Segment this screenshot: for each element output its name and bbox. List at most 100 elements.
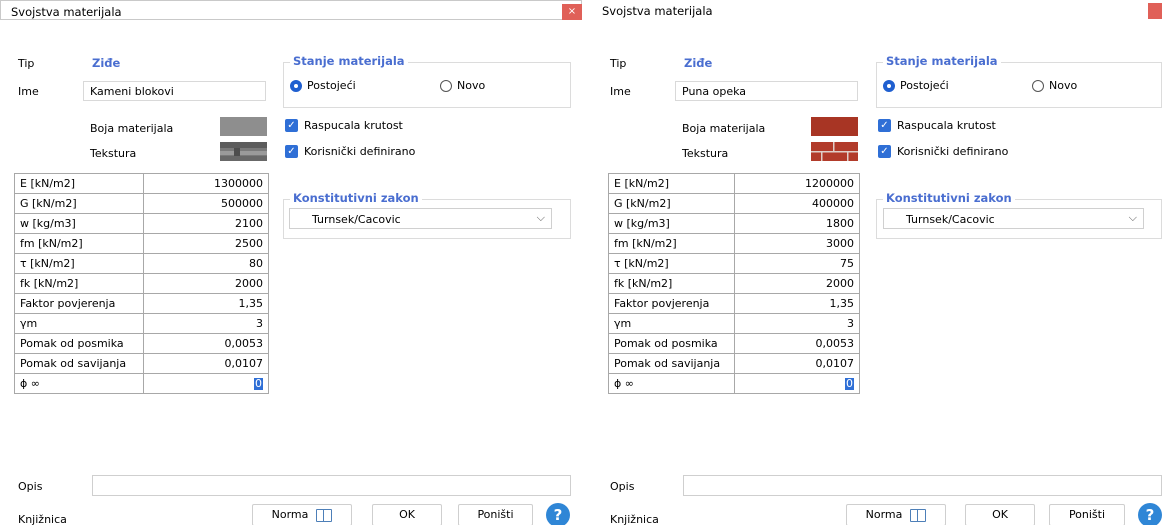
norma-label: Norma (271, 508, 309, 521)
ponisti-button[interactable]: Poništi (458, 504, 533, 525)
ok-button[interactable]: OK (965, 504, 1035, 525)
selected-value[interactable]: 0 (254, 378, 263, 390)
korisnicki-checkbox[interactable]: ✓ (878, 145, 891, 158)
ponisti-label: Poništi (477, 508, 514, 521)
property-value[interactable]: 500000 (143, 193, 269, 214)
opis-label: Opis (18, 480, 43, 493)
property-label: Faktor povjerenja (14, 293, 144, 314)
norma-button[interactable]: Norma (252, 504, 352, 525)
table-row: Faktor povjerenja 1,35 (14, 293, 269, 314)
dialog-title: Svojstva materijala (602, 4, 713, 18)
name-input[interactable]: Kameni blokovi (83, 81, 266, 101)
property-value[interactable]: 3 (734, 313, 860, 334)
table-row: Pomak od posmika 0,0053 (14, 333, 269, 354)
ponisti-label: Poništi (1068, 508, 1106, 521)
postojeci-radio[interactable] (290, 80, 302, 92)
select-value: Turnsek/Cacovic (312, 213, 401, 226)
texture-preview[interactable] (220, 142, 267, 161)
ok-label: OK (992, 508, 1008, 521)
table-row: E [kN/m2] 1200000 (608, 173, 860, 194)
texture-preview[interactable] (811, 142, 858, 161)
raspucala-checkbox[interactable]: ✓ (285, 119, 298, 132)
property-value[interactable]: 2500 (143, 233, 269, 254)
property-value[interactable]: 0,0053 (143, 333, 269, 354)
property-value[interactable]: 1300000 (143, 173, 269, 194)
material-color-swatch[interactable] (220, 117, 267, 136)
title-bar: Svojstva materijala (592, 0, 1162, 20)
material-properties-dialog-2: Svojstva materijala Tip Ziđe Ime Puna op… (592, 0, 1162, 525)
name-input[interactable]: Puna opeka (675, 81, 858, 101)
property-value[interactable]: 1,35 (143, 293, 269, 314)
properties-table: E [kN/m2] 1300000 G [kN/m2] 500000 w [kg/m… (14, 173, 269, 394)
norma-label: Norma (865, 508, 903, 521)
raspucala-checkbox[interactable]: ✓ (878, 119, 891, 132)
norma-button[interactable]: Norma (846, 504, 946, 525)
korisnicki-checkbox[interactable]: ✓ (285, 145, 298, 158)
property-value[interactable]: 75 (734, 253, 860, 274)
property-label: τ [kN/m2] (14, 253, 144, 274)
raspucala-label: Raspucala krutost (897, 119, 996, 132)
konstitutivni-zakon-select[interactable]: Turnsek/Cacovic ⌵ (883, 208, 1144, 229)
opis-input[interactable] (92, 475, 571, 496)
table-row: E [kN/m2] 1300000 (14, 173, 269, 194)
konstitutivni-zakon-select[interactable]: Turnsek/Cacovic ⌵ (289, 208, 552, 229)
tip-value: Ziđe (684, 56, 713, 70)
table-row: fm [kN/m2] 2500 (14, 233, 269, 254)
property-value[interactable]: 1200000 (734, 173, 860, 194)
help-icon[interactable]: ? (1138, 503, 1162, 525)
property-value[interactable]: 3 (143, 313, 269, 334)
table-row: γm 3 (608, 313, 860, 334)
close-button[interactable]: × (562, 4, 582, 20)
property-label: fk [kN/m2] (14, 273, 144, 294)
property-value[interactable]: 2000 (734, 273, 860, 294)
select-value: Turnsek/Cacovic (906, 213, 995, 226)
novo-radio[interactable] (1032, 80, 1044, 92)
close-button[interactable] (1148, 3, 1162, 19)
konstitutivni-zakon-title: Konstitutivni zakon (883, 191, 1015, 205)
table-row: Pomak od posmika 0,0053 (608, 333, 860, 354)
texture-label: Tekstura (90, 147, 137, 160)
property-value[interactable]: 1,35 (734, 293, 860, 314)
property-label: fm [kN/m2] (14, 233, 144, 254)
property-value[interactable]: 400000 (734, 193, 860, 214)
korisnicki-label: Korisnički definirano (897, 145, 1009, 158)
brick-texture-icon (811, 142, 858, 161)
table-row: ϕ ∞ 0 (608, 373, 860, 394)
help-icon[interactable]: ? (546, 503, 570, 525)
ok-button[interactable]: OK (372, 504, 442, 525)
table-row: fm [kN/m2] 3000 (608, 233, 860, 254)
property-label: w [kg/m3] (14, 213, 144, 234)
postojeci-radio[interactable] (883, 80, 895, 92)
property-value[interactable]: 0,0107 (734, 353, 860, 374)
property-label: γm (14, 313, 144, 334)
knjiznica-label: Knjižnica (610, 513, 659, 525)
table-row: τ [kN/m2] 80 (14, 253, 269, 274)
opis-input[interactable] (683, 475, 1162, 496)
table-row: Pomak od savijanja 0,0107 (14, 353, 269, 374)
property-value[interactable]: 1800 (734, 213, 860, 234)
stanje-materijala-title: Stanje materijala (290, 54, 408, 68)
selected-value[interactable]: 0 (845, 378, 854, 390)
table-row: fk [kN/m2] 2000 (14, 273, 269, 294)
table-row: G [kN/m2] 500000 (14, 193, 269, 214)
material-color-swatch[interactable] (811, 117, 858, 136)
ponisti-button[interactable]: Poništi (1049, 504, 1125, 525)
property-value-editing[interactable]: 0 (143, 373, 269, 394)
property-value[interactable]: 2000 (143, 273, 269, 294)
property-label: γm (608, 313, 735, 334)
property-label: Faktor povjerenja (608, 293, 735, 314)
property-value-editing[interactable]: 0 (734, 373, 860, 394)
property-value[interactable]: 80 (143, 253, 269, 274)
property-value[interactable]: 3000 (734, 233, 860, 254)
property-label: E [kN/m2] (608, 173, 735, 194)
novo-radio[interactable] (440, 80, 452, 92)
table-row: γm 3 (14, 313, 269, 334)
property-value[interactable]: 0,0107 (143, 353, 269, 374)
postojeci-label: Postojeći (900, 79, 949, 92)
book-icon (316, 508, 333, 522)
property-value[interactable]: 0,0053 (734, 333, 860, 354)
property-value[interactable]: 2100 (143, 213, 269, 234)
property-label: E [kN/m2] (14, 173, 144, 194)
properties-table: E [kN/m2] 1200000 G [kN/m2] 400000 w [kg/m… (608, 173, 860, 394)
stanje-materijala-title: Stanje materijala (883, 54, 1001, 68)
